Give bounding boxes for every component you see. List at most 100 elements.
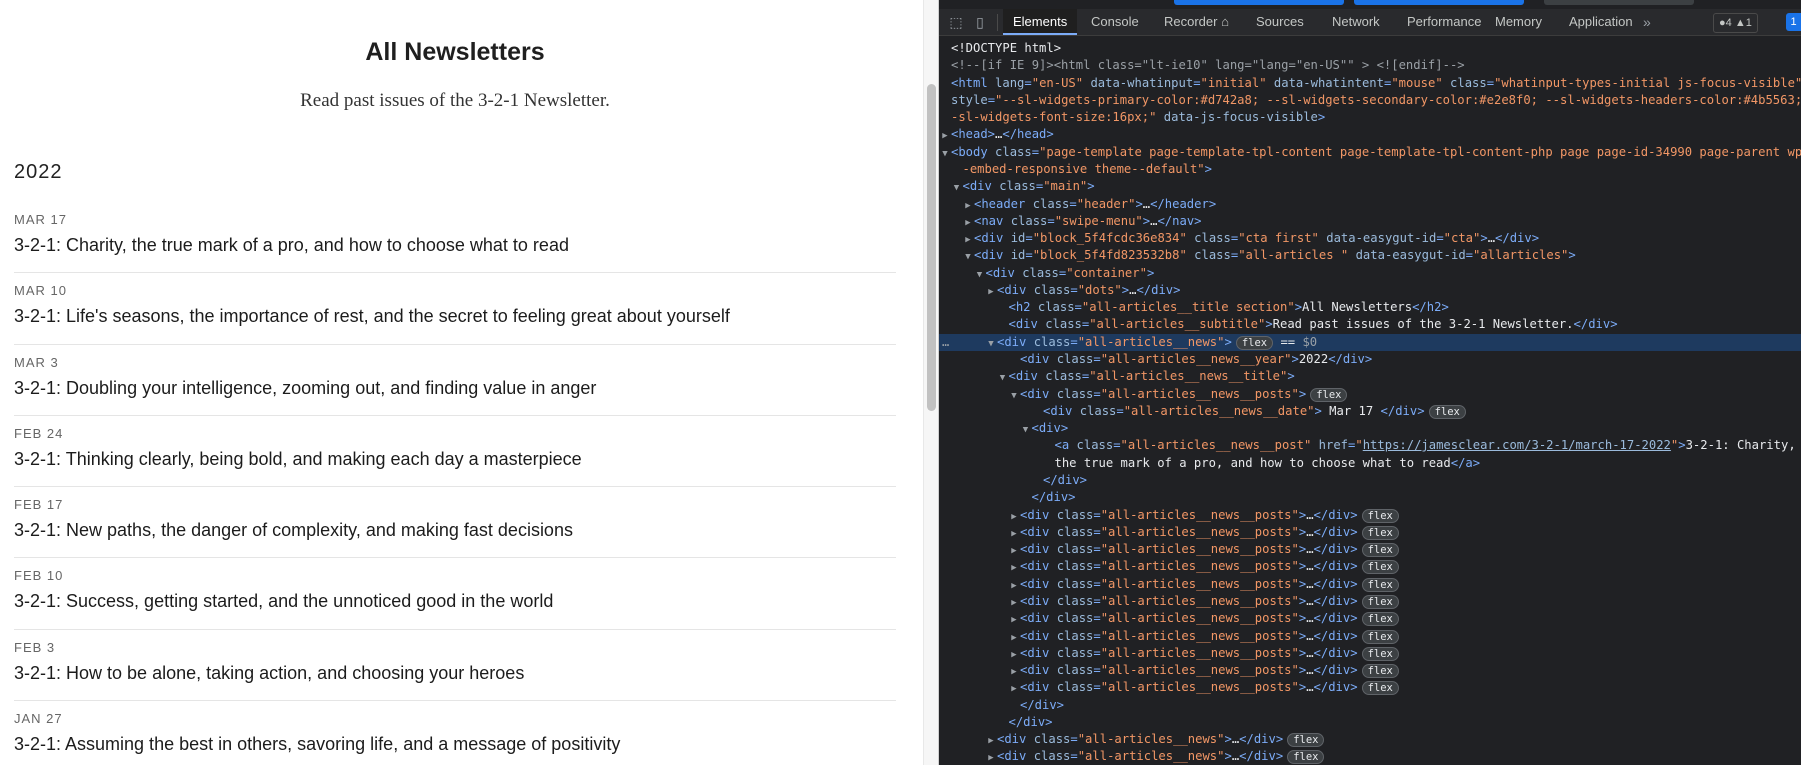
expand-toggle-icon[interactable]: ▶ [1008, 578, 1020, 593]
dom-tree[interactable]: <!DOCTYPE html> <!--[if IE 9]><html class… [939, 38, 1801, 765]
flex-badge[interactable]: flex [1361, 629, 1399, 644]
device-toolbar-icon[interactable]: ▯ [971, 13, 989, 31]
expand-toggle-icon[interactable]: ▶ [1008, 630, 1020, 645]
tab-recorder[interactable]: Recorder ⌂ [1154, 9, 1239, 35]
dom-line[interactable]: ▶ <div class="all-articles__news">…</div>… [939, 731, 1801, 748]
expand-toggle-icon[interactable]: ▶ [985, 750, 997, 765]
expand-toggle-icon[interactable]: ▶ [1008, 664, 1020, 679]
dom-line-selected[interactable]: ▼ <div class="all-articles__news"> flex ==… [939, 333, 1801, 352]
dom-line[interactable]: -sl-widgets-font-size:16px;" data-js-foc… [939, 109, 1801, 126]
tab-console[interactable]: Console [1081, 9, 1149, 35]
expand-toggle-icon[interactable]: ▼ [1008, 388, 1020, 403]
dom-line[interactable]: ▶ <div class="all-articles__news__posts">… [939, 524, 1801, 541]
expand-toggle-icon[interactable]: ▶ [1008, 526, 1020, 541]
expand-toggle-icon[interactable]: ▼ [985, 336, 997, 351]
dom-line[interactable]: ▼ <div> [939, 420, 1801, 437]
post-link[interactable]: 3-2-1: Doubling your intelligence, zoomi… [14, 378, 596, 399]
issues-badge[interactable]: ●4 ▲1 [1713, 13, 1758, 33]
expand-toggle-icon[interactable]: ▼ [1020, 422, 1032, 437]
post-link[interactable]: 3-2-1: How to be alone, taking action, a… [14, 663, 524, 684]
flex-badge[interactable]: flex [1361, 577, 1399, 592]
flex-badge[interactable]: flex [1361, 543, 1399, 558]
messages-badge[interactable]: 1 [1786, 13, 1801, 31]
flex-badge[interactable]: flex [1361, 612, 1399, 627]
dom-line[interactable]: <div class="all-articles__news__date"> M… [939, 403, 1801, 420]
expand-toggle-icon[interactable]: ▶ [1008, 647, 1020, 662]
post-link[interactable]: 3-2-1: Charity, the true mark of a pro, … [14, 235, 569, 256]
post-link[interactable]: 3-2-1: Assuming the best in others, savo… [14, 734, 620, 755]
tab-sources[interactable]: Sources [1246, 9, 1314, 35]
flex-badge[interactable]: flex [1287, 733, 1325, 748]
expand-toggle-icon[interactable]: ▶ [1008, 681, 1020, 696]
dom-line[interactable]: <a class="all-articles__news__post" href… [939, 437, 1801, 454]
dom-line[interactable]: ▼ <div id="block_5f4fd823532b8" class="al… [939, 247, 1801, 264]
expand-toggle-icon[interactable]: ▶ [962, 198, 974, 213]
dom-line[interactable]: ▶ <div class="all-articles__news__posts">… [939, 593, 1801, 610]
expand-toggle-icon[interactable]: ▼ [997, 370, 1009, 385]
expand-toggle-icon[interactable]: ▶ [1008, 595, 1020, 610]
expand-toggle-icon[interactable]: ▶ [985, 284, 997, 299]
flex-badge[interactable]: flex [1361, 525, 1399, 540]
dom-line[interactable]: ▶ <div class="all-articles__news__posts">… [939, 558, 1801, 575]
page-scrollbar[interactable] [923, 0, 939, 765]
dom-line[interactable]: </div> [939, 472, 1801, 489]
dom-line[interactable]: ▶ <div class="all-articles__news__posts">… [939, 645, 1801, 662]
dom-line[interactable]: ▶ <header class="header">…</header> [939, 196, 1801, 213]
tab-performance[interactable]: Performance [1397, 9, 1491, 35]
flex-badge[interactable]: flex [1361, 664, 1399, 679]
post-link[interactable]: 3-2-1: Life's seasons, the importance of… [14, 306, 730, 327]
dom-line[interactable]: ▼ <body class="page-template page-templat… [939, 144, 1801, 161]
dom-line[interactable]: ▶ <div id="block_5f4fcdc36e834" class="ct… [939, 230, 1801, 247]
dom-line[interactable]: ▶ <nav class="swipe-menu">…</nav> [939, 213, 1801, 230]
dom-line[interactable]: ▶ <div class="all-articles__news__posts">… [939, 576, 1801, 593]
dom-line[interactable]: ▼ <div class="main"> [939, 178, 1801, 195]
dom-line[interactable]: </div> [939, 489, 1801, 506]
flex-badge[interactable]: flex [1428, 404, 1466, 419]
dom-line[interactable]: </div> [939, 697, 1801, 714]
inspect-element-icon[interactable]: ⬚ [947, 13, 965, 31]
flex-badge[interactable]: flex [1235, 335, 1274, 350]
dom-line[interactable]: ▶ <div class="all-articles__news__posts">… [939, 679, 1801, 696]
dom-line[interactable]: <div class="all-articles__subtitle">Read… [939, 316, 1801, 333]
dom-line[interactable]: ▶ <div class="all-articles__news__posts">… [939, 628, 1801, 645]
post-link[interactable]: 3-2-1: Thinking clearly, being bold, and… [14, 449, 582, 470]
dom-line[interactable]: ▶ <div class="dots">…</div> [939, 282, 1801, 299]
expand-toggle-icon[interactable]: ▼ [951, 180, 963, 195]
flex-badge[interactable]: flex [1361, 508, 1399, 523]
expand-toggle-icon[interactable]: ▼ [939, 146, 951, 161]
dom-line[interactable]: ▶ <head>…</head> [939, 126, 1801, 143]
expand-toggle-icon[interactable]: ▶ [939, 128, 951, 143]
expand-toggle-icon[interactable]: ▼ [974, 267, 986, 282]
dom-line[interactable]: style="--sl-widgets-primary-color:#d742a… [939, 92, 1801, 109]
dom-line[interactable]: <!--[if IE 9]><html class="lt-ie10" lang… [939, 57, 1801, 74]
dom-line[interactable]: ▼ <div class="container"> [939, 265, 1801, 282]
dom-line[interactable]: <html lang="en-US" data-whatinput="initi… [939, 75, 1801, 92]
flex-badge[interactable]: flex [1287, 750, 1325, 765]
dom-line[interactable]: ▼ <div class="all-articles__news__title"> [939, 368, 1801, 385]
expand-toggle-icon[interactable]: ▶ [1008, 612, 1020, 627]
more-options-icon[interactable]: … [942, 334, 949, 351]
dom-line[interactable]: ▶ <div class="all-articles__news__posts">… [939, 610, 1801, 627]
dom-line[interactable]: </div> [939, 714, 1801, 731]
post-link[interactable]: 3-2-1: New paths, the danger of complexi… [14, 520, 573, 541]
dom-line[interactable]: -embed-responsive theme--default"> [939, 161, 1801, 178]
flex-badge[interactable]: flex [1361, 681, 1399, 696]
dom-line[interactable]: <h2 class="all-articles__title section">… [939, 299, 1801, 316]
dom-line[interactable]: ▶ <div class="all-articles__news">…</div>… [939, 748, 1801, 765]
tab-elements[interactable]: Elements [1003, 9, 1078, 35]
post-link[interactable]: 3-2-1: Success, getting started, and the… [14, 591, 553, 612]
tab-memory[interactable]: Memory [1485, 9, 1552, 35]
dom-line[interactable]: ▶ <div class="all-articles__news__posts">… [939, 507, 1801, 524]
expand-toggle-icon[interactable]: ▶ [1008, 509, 1020, 524]
flex-badge[interactable]: flex [1361, 560, 1399, 575]
tab-application[interactable]: Application [1559, 9, 1643, 35]
flex-badge[interactable]: flex [1310, 387, 1348, 402]
dom-line[interactable]: ▼ <div class="all-articles__news__posts">… [939, 386, 1801, 403]
dom-line[interactable]: <!DOCTYPE html> [939, 40, 1801, 57]
expand-toggle-icon[interactable]: ▶ [1008, 543, 1020, 558]
expand-toggle-icon[interactable]: ▶ [1008, 560, 1020, 575]
expand-toggle-icon[interactable]: ▼ [962, 249, 974, 264]
tab-network[interactable]: Network [1322, 9, 1390, 35]
expand-toggle-icon[interactable]: ▶ [962, 232, 974, 247]
flex-badge[interactable]: flex [1361, 594, 1399, 609]
